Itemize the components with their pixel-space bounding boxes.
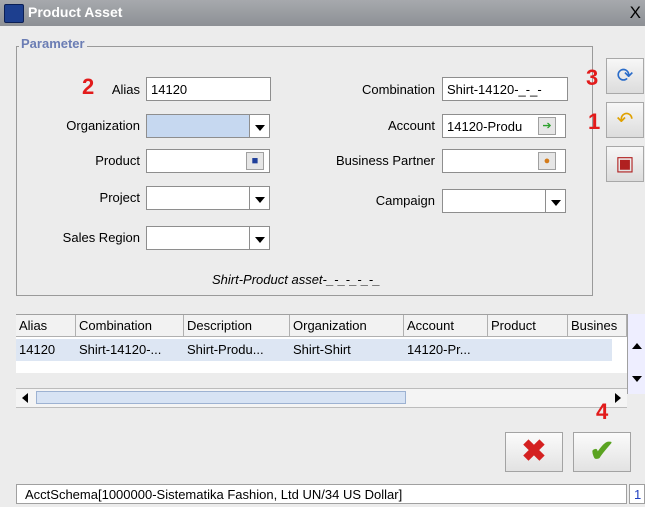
campaign-dropdown-button[interactable] — [546, 189, 566, 213]
campaign-label: Campaign — [375, 193, 435, 208]
undo-icon[interactable]: ↶ — [606, 102, 644, 138]
column-header-product[interactable]: Product — [488, 315, 568, 337]
parameter-legend: Parameter — [19, 36, 87, 51]
scroll-up-arrow-icon[interactable] — [632, 343, 642, 349]
sales-region-field[interactable] — [146, 226, 250, 250]
result-table: Alias Combination Description Organizati… — [16, 314, 627, 373]
cell-alias: 14120 — [19, 342, 56, 357]
table-horizontal-scrollbar[interactable] — [16, 388, 627, 408]
column-header-alias[interactable]: Alias — [16, 315, 76, 337]
sales-region-dropdown-button[interactable] — [250, 226, 270, 250]
table-vertical-scrollbar[interactable] — [627, 314, 645, 394]
column-header-organization[interactable]: Organization — [290, 315, 404, 337]
status-counter: 1 — [629, 484, 645, 504]
cell-business-partner — [568, 339, 612, 361]
ok-icon: ✔ — [589, 435, 615, 468]
title-bar: Product Asset X — [0, 0, 645, 26]
column-header-business-partner[interactable]: Busines — [568, 315, 627, 337]
project-label: Project — [99, 190, 140, 205]
annotation-4: 4 — [596, 399, 609, 424]
ok-button[interactable]: ✔ — [573, 432, 631, 472]
cell-account: 14120-Pr... — [407, 342, 471, 357]
combination-field[interactable]: Shirt-14120-_-_- — [442, 77, 568, 101]
account-lookup-icon[interactable]: ➔ — [538, 117, 556, 135]
column-header-combination[interactable]: Combination — [76, 315, 184, 337]
project-dropdown-button[interactable] — [250, 186, 270, 210]
window-icon — [4, 4, 24, 23]
scroll-down-arrow-icon[interactable] — [632, 376, 642, 382]
alias-field[interactable]: 14120 — [146, 77, 271, 101]
refresh-icon[interactable]: ⟳ — [606, 58, 644, 94]
product-label: Product — [95, 153, 140, 168]
cell-combination: Shirt-14120-... — [79, 342, 162, 357]
product-lookup-icon[interactable]: ■ — [246, 152, 264, 170]
sales-region-label: Sales Region — [62, 230, 140, 245]
cancel-icon: ✖ — [521, 435, 547, 468]
business-partner-lookup-icon[interactable]: ● — [538, 152, 556, 170]
column-header-account[interactable]: Account — [404, 315, 488, 337]
campaign-field[interactable] — [442, 189, 546, 213]
organization-field[interactable] — [146, 114, 250, 138]
scrollbar-thumb[interactable] — [36, 391, 406, 404]
status-bar: AcctSchema[1000000-Sistematika Fashion, … — [16, 484, 627, 504]
alias-label: Alias — [111, 82, 140, 97]
window-title: Product Asset — [28, 4, 123, 20]
scroll-right-arrow-icon[interactable] — [615, 393, 621, 403]
description-text: Shirt-Product asset-_-_-_-_-_ — [212, 272, 381, 287]
combination-label: Combination — [362, 82, 435, 97]
annotation-1: 1 — [588, 109, 601, 134]
annotation-3: 3 — [586, 65, 599, 90]
save-icon[interactable]: ▣ — [606, 146, 644, 182]
account-label: Account — [388, 118, 435, 133]
cell-description: Shirt-Produ... — [187, 342, 264, 357]
column-header-description[interactable]: Description — [184, 315, 290, 337]
organization-label: Organization — [66, 118, 140, 133]
product-asset-window: Product Asset X Parameter 2 Alias 14120 … — [0, 0, 645, 507]
cancel-button[interactable]: ✖ — [505, 432, 563, 472]
close-button[interactable]: X — [630, 3, 641, 23]
annotation-2: 2 — [82, 74, 95, 99]
cell-product — [488, 339, 568, 361]
business-partner-label: Business Partner — [336, 153, 435, 168]
scroll-left-arrow-icon[interactable] — [22, 393, 28, 403]
organization-dropdown-button[interactable] — [250, 114, 270, 138]
cell-organization: Shirt-Shirt — [293, 342, 351, 357]
project-field[interactable] — [146, 186, 250, 210]
